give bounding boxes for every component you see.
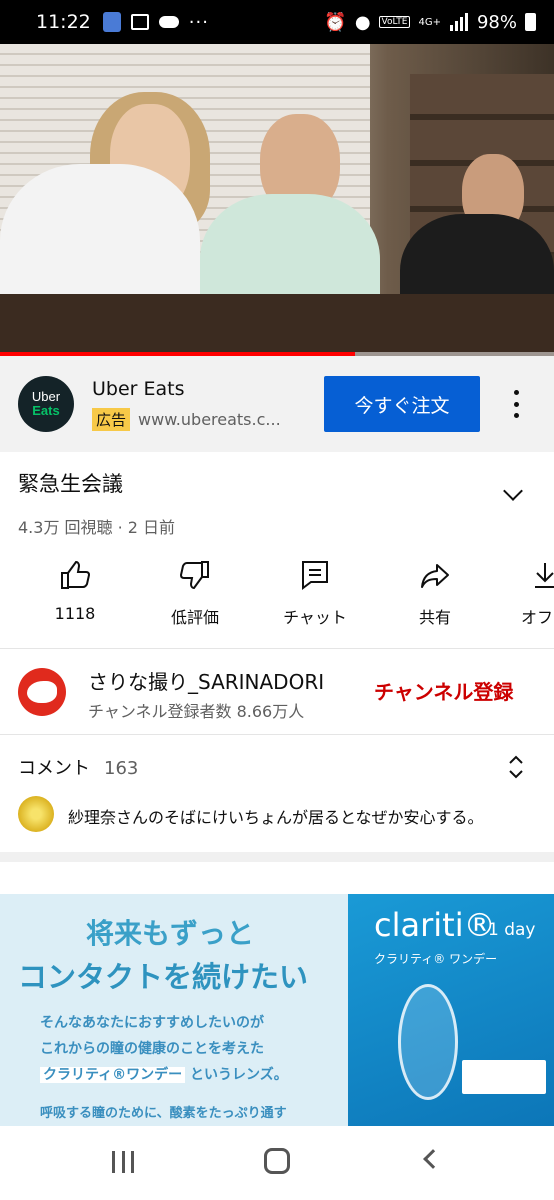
logo-line2: Eats <box>32 403 60 418</box>
image-icon <box>130 14 149 30</box>
banner-product-highlight: クラリティ®ワンデー <box>40 1067 186 1083</box>
banner-line-2: これからの瞳の健康のことを考えた <box>40 1041 264 1057</box>
brand-day: 1 day <box>488 920 536 940</box>
channel-name[interactable]: さりな撮り_SARINADORI <box>88 666 324 695</box>
more-notifications-icon: ··· <box>188 11 209 33</box>
banner-headline-2: コンタクトを続けたい <box>18 960 309 994</box>
dislike-label: 低評価 <box>170 608 219 627</box>
chat-button[interactable]: チャット <box>260 558 370 628</box>
share-button[interactable]: 共有 <box>380 558 490 628</box>
channel-avatar[interactable] <box>18 668 66 716</box>
video-title-section[interactable]: 緊急生会議 4.3万 回視聴 · 2 日前 <box>0 468 554 548</box>
battery-icon <box>525 13 536 31</box>
home-icon[interactable] <box>264 1148 290 1174</box>
shield-icon <box>102 12 121 32</box>
comments-count: 163 <box>104 758 139 779</box>
bird-icon <box>27 681 57 703</box>
chat-icon <box>298 558 332 592</box>
more-options-icon[interactable] <box>506 390 526 418</box>
download-button[interactable]: オフラ <box>490 558 554 628</box>
thumbs-up-icon <box>58 558 92 592</box>
network-type: 4G+ <box>418 16 441 28</box>
product-package-image <box>462 1060 546 1094</box>
video-player[interactable] <box>0 44 554 356</box>
commenter-avatar <box>18 796 54 832</box>
status-time: 11:22 <box>36 11 91 33</box>
divider <box>0 734 554 735</box>
location-icon: ● <box>354 11 371 33</box>
like-count: 1118 <box>54 604 96 623</box>
contact-lens-image <box>398 984 458 1100</box>
status-right: ⏰ ● VoLTE 4G+ 98% <box>324 12 536 33</box>
video-table <box>0 294 554 356</box>
channel-subscribers: チャンネル登録者数 8.66万人 <box>88 702 305 721</box>
comments-section[interactable]: コメント 163 紗理奈さんのそばにけいちょんが居るとなぜか安心する。 <box>0 742 554 850</box>
banner-line-3: クラリティ®ワンデー というレンズ。 <box>40 1064 288 1084</box>
brand-subtitle: クラリティ® ワンデー <box>374 952 498 966</box>
subscribe-button[interactable]: チャンネル登録 <box>374 676 513 705</box>
action-bar: 1118 低評価 チャット 共有 オフラ <box>0 558 554 642</box>
ad-url: www.ubereats.c... <box>138 409 281 429</box>
alarm-icon: ⏰ <box>324 11 347 33</box>
recents-icon[interactable] <box>112 1151 134 1173</box>
volte-badge: VoLTE <box>378 16 411 28</box>
video-meta: 4.3万 回視聴 · 2 日前 <box>18 518 176 537</box>
comments-label: コメント <box>18 758 90 779</box>
status-bar: 11:22 ··· ⏰ ● VoLTE 4G+ 98% <box>0 0 554 44</box>
back-icon[interactable] <box>423 1149 443 1169</box>
share-icon <box>418 558 452 592</box>
share-label: 共有 <box>418 608 451 627</box>
brand-logo: clariti® <box>374 906 496 944</box>
comments-header: コメント 163 <box>18 754 138 780</box>
cloud-icon <box>158 16 179 28</box>
top-comment: 紗理奈さんのそばにけいちょんが居るとなぜか安心する。 <box>68 808 484 827</box>
order-now-button[interactable]: 今すぐ注文 <box>324 376 480 432</box>
ad-row[interactable]: Uber Eats Uber Eats 広告 www.ubereats.c...… <box>0 356 554 452</box>
battery-percent: 98% <box>476 11 517 33</box>
ad-info: Uber Eats 広告 www.ubereats.c... <box>92 378 302 431</box>
divider <box>0 648 554 649</box>
video-title: 緊急生会議 <box>18 472 123 496</box>
download-label: オフラ <box>520 608 554 627</box>
thumbs-down-icon <box>178 558 212 592</box>
banner-line-4: 呼吸する瞳のために、酸素をたっぷり通す <box>40 1106 287 1121</box>
banner-line-3-rest: というレンズ。 <box>190 1067 288 1083</box>
signal-icon <box>449 13 468 31</box>
system-nav-bar <box>0 1126 554 1200</box>
download-icon <box>528 558 554 592</box>
advertiser-logo: Uber Eats <box>18 376 74 432</box>
banner-ad[interactable]: 将来もずっと コンタクトを続けたい そんなあなたにおすすめしたいのが これからの… <box>0 894 554 1126</box>
ad-sub: 広告 www.ubereats.c... <box>92 407 302 431</box>
channel-row[interactable]: さりな撮り_SARINADORI チャンネル登録者数 8.66万人 チャンネル登… <box>0 650 554 734</box>
ad-badge: 広告 <box>92 407 131 431</box>
logo-line1: Uber <box>31 389 61 405</box>
banner-headline-1: 将来もずっと <box>86 917 255 950</box>
like-button[interactable]: 1118 <box>20 558 130 623</box>
expand-icon[interactable] <box>506 754 526 780</box>
chat-label: チャット <box>283 608 347 627</box>
dislike-button[interactable]: 低評価 <box>140 558 250 628</box>
section-separator <box>0 852 554 862</box>
banner-product-panel: clariti® 1 day クラリティ® ワンデー <box>348 894 554 1126</box>
banner-text-panel: 将来もずっと コンタクトを続けたい そんなあなたにおすすめしたいのが これからの… <box>0 894 348 1126</box>
ad-advertiser-name: Uber Eats <box>92 377 185 400</box>
banner-line-1: そんなあなたにおすすめしたいのが <box>40 1015 264 1031</box>
